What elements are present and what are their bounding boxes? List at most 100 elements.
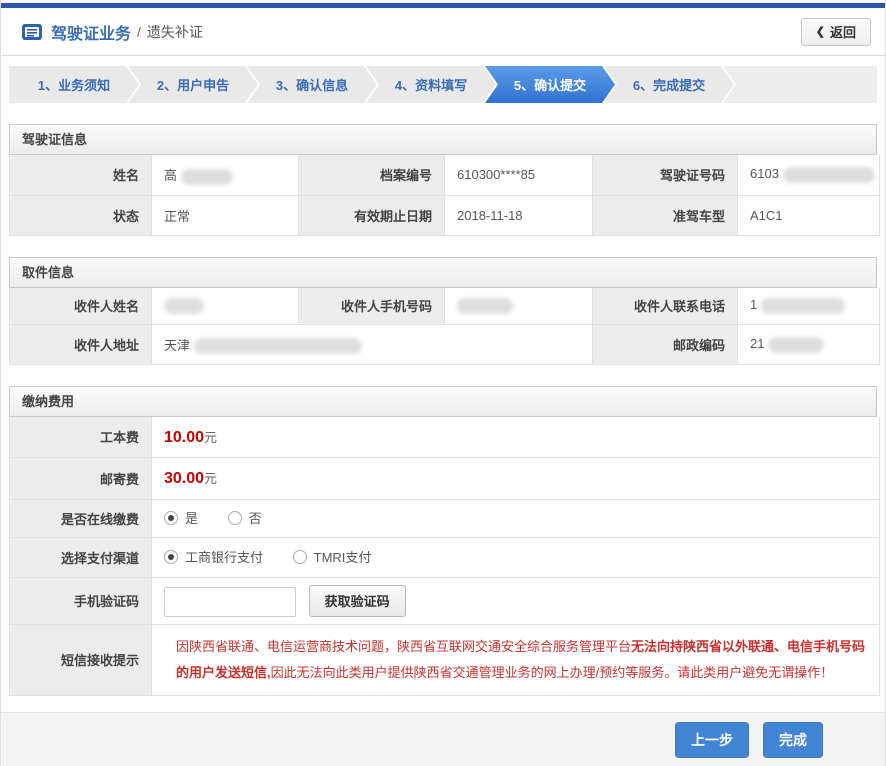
notice-part-1: 因陕西省联通、电信运营商技术问题，陕西省互联网交通安全综合服务管理平台 bbox=[176, 639, 631, 654]
back-button[interactable]: ❮ 返回 bbox=[801, 18, 871, 46]
breadcrumb-current: 遗失补证 bbox=[147, 22, 203, 42]
previous-step-button[interactable]: 上一步 bbox=[675, 722, 749, 758]
breadcrumb-separator: / bbox=[137, 24, 141, 40]
step-label: 4、资料填写 bbox=[395, 75, 467, 94]
step-label: 1、业务须知 bbox=[38, 75, 110, 94]
radio-selected-icon[interactable] bbox=[164, 550, 178, 564]
redacted-text bbox=[761, 298, 845, 314]
license-no-value: 6103 bbox=[738, 155, 880, 195]
redacted-text bbox=[768, 337, 824, 353]
sms-notice-text: 因陕西省联通、电信运营商技术问题，陕西省互联网交通安全综合服务管理平台无法向持陕… bbox=[164, 626, 879, 694]
fees-table: 工本费 10.00元 邮寄费 30.00元 是否在线缴费 是 否 选择支付渠道 … bbox=[9, 417, 880, 696]
sms-code-field-cell: 获取验证码 bbox=[152, 577, 880, 624]
recipient-mobile-label: 收件人手机号码 bbox=[299, 288, 445, 325]
table-row: 选择支付渠道 工商银行支付 TMRI支付 bbox=[10, 537, 880, 577]
recipient-mobile-value bbox=[445, 288, 593, 325]
online-pay-label: 是否在线缴费 bbox=[10, 499, 152, 537]
redacted-text bbox=[164, 298, 204, 314]
zip-code-value: 21 bbox=[738, 325, 880, 365]
back-button-label: 返回 bbox=[830, 22, 856, 41]
step-4-fill-data: 4、资料填写 bbox=[366, 66, 496, 103]
table-row: 是否在线缴费 是 否 bbox=[10, 499, 880, 537]
work-fee-value: 10.00元 bbox=[152, 417, 880, 457]
pickup-info-table: 收件人姓名 收件人手机号码 收件人联系电话 1 收件人地址 天津 邮政编码 21 bbox=[9, 288, 880, 366]
recipient-phone-label: 收件人联系电话 bbox=[593, 288, 738, 325]
expiry-label: 有效期止日期 bbox=[299, 195, 445, 235]
phone-text: 1 bbox=[750, 297, 757, 312]
notice-part-2: 因此无法向此类用户提供陕西省交通管理业务的网上办理/预约等服务。请此类用户避免无… bbox=[271, 665, 834, 680]
page: 驾驶证业务 / 遗失补证 ❮ 返回 1、业务须知 2、用户申告 3、确认信息 4… bbox=[0, 0, 886, 766]
license-no-label: 驾驶证号码 bbox=[593, 155, 738, 195]
recipient-phone-value: 1 bbox=[738, 288, 880, 325]
online-pay-options: 是 否 bbox=[152, 499, 880, 537]
sms-notice-label: 短信接收提示 bbox=[10, 624, 152, 695]
zip-code-label: 邮政编码 bbox=[593, 325, 738, 365]
fees-section-title: 缴纳费用 bbox=[9, 386, 877, 417]
table-row: 姓名 高 档案编号 610300****85 驾驶证号码 6103 bbox=[10, 155, 880, 195]
recipient-name-value bbox=[152, 288, 299, 325]
page-title: 驾驶证业务 bbox=[51, 20, 131, 44]
work-fee-label: 工本费 bbox=[10, 417, 152, 457]
table-row: 邮寄费 30.00元 bbox=[10, 457, 880, 499]
step-6-finish-submit: 6、完成提交 bbox=[604, 66, 734, 103]
address-text: 天津 bbox=[164, 338, 190, 353]
work-fee-amount: 10.00 bbox=[164, 429, 204, 446]
license-no-text: 6103 bbox=[750, 166, 779, 181]
finish-button[interactable]: 完成 bbox=[763, 722, 823, 758]
table-row: 状态 正常 有效期止日期 2018-11-18 准驾车型 A1C1 bbox=[10, 195, 880, 235]
redacted-text bbox=[181, 169, 233, 185]
online-pay-yes-option[interactable]: 是 bbox=[164, 508, 198, 527]
license-info-section: 驾驶证信息 姓名 高 档案编号 610300****85 驾驶证号码 6103 … bbox=[9, 124, 877, 236]
footer-action-bar: 上一步 完成 bbox=[1, 712, 885, 766]
step-progress-bar: 1、业务须知 2、用户申告 3、确认信息 4、资料填写 5、确认提交 6、完成提… bbox=[9, 66, 877, 103]
vehicle-type-label: 准驾车型 bbox=[593, 195, 738, 235]
redacted-text bbox=[457, 298, 513, 314]
name-label: 姓名 bbox=[10, 155, 152, 195]
form-list-icon bbox=[21, 23, 43, 41]
redacted-text bbox=[783, 167, 875, 183]
zip-text: 21 bbox=[750, 336, 764, 351]
radio-unselected-icon[interactable] bbox=[293, 550, 307, 564]
redacted-text bbox=[194, 338, 362, 354]
sms-code-input[interactable] bbox=[164, 587, 296, 617]
channel-icbc-option[interactable]: 工商银行支付 bbox=[164, 547, 263, 566]
recipient-address-label: 收件人地址 bbox=[10, 325, 152, 365]
channel-icbc-label: 工商银行支付 bbox=[185, 547, 263, 566]
license-info-table: 姓名 高 档案编号 610300****85 驾驶证号码 6103 状态 正常 … bbox=[9, 155, 880, 236]
fees-section: 缴纳费用 工本费 10.00元 邮寄费 30.00元 是否在线缴费 是 否 选择… bbox=[9, 386, 877, 696]
vehicle-type-value: A1C1 bbox=[738, 195, 880, 235]
online-pay-no-option[interactable]: 否 bbox=[228, 508, 262, 527]
pickup-section-title: 取件信息 bbox=[9, 257, 877, 288]
name-text: 高 bbox=[164, 168, 177, 183]
post-fee-amount: 30.00 bbox=[164, 470, 204, 487]
header: 驾驶证业务 / 遗失补证 ❮ 返回 bbox=[1, 8, 885, 56]
get-sms-code-button[interactable]: 获取验证码 bbox=[309, 585, 406, 617]
status-label: 状态 bbox=[10, 195, 152, 235]
recipient-address-value: 天津 bbox=[152, 325, 593, 365]
pay-channel-options: 工商银行支付 TMRI支付 bbox=[152, 537, 880, 577]
table-row: 收件人姓名 收件人手机号码 收件人联系电话 1 bbox=[10, 288, 880, 325]
pay-channel-label: 选择支付渠道 bbox=[10, 537, 152, 577]
step-2-user-declaration: 2、用户申告 bbox=[128, 66, 258, 103]
status-value: 正常 bbox=[152, 195, 299, 235]
step-5-confirm-submit-active: 5、确认提交 bbox=[485, 66, 615, 103]
step-label: 2、用户申告 bbox=[157, 75, 229, 94]
file-no-value: 610300****85 bbox=[445, 155, 593, 195]
radio-selected-icon[interactable] bbox=[164, 511, 178, 525]
step-3-confirm-info: 3、确认信息 bbox=[247, 66, 377, 103]
back-chevron-icon: ❮ bbox=[816, 25, 825, 38]
table-row: 工本费 10.00元 bbox=[10, 417, 880, 457]
sms-code-label: 手机验证码 bbox=[10, 577, 152, 624]
post-fee-label: 邮寄费 bbox=[10, 457, 152, 499]
expiry-value: 2018-11-18 bbox=[445, 195, 593, 235]
table-row: 收件人地址 天津 邮政编码 21 bbox=[10, 325, 880, 365]
channel-tmri-option[interactable]: TMRI支付 bbox=[293, 547, 372, 566]
channel-tmri-label: TMRI支付 bbox=[314, 547, 372, 566]
step-label: 5、确认提交 bbox=[514, 75, 586, 94]
name-value: 高 bbox=[152, 155, 299, 195]
step-label: 3、确认信息 bbox=[276, 75, 348, 94]
online-pay-yes-label: 是 bbox=[185, 508, 198, 527]
license-section-title: 驾驶证信息 bbox=[9, 124, 877, 155]
radio-unselected-icon[interactable] bbox=[228, 511, 242, 525]
currency-unit: 元 bbox=[204, 471, 217, 486]
